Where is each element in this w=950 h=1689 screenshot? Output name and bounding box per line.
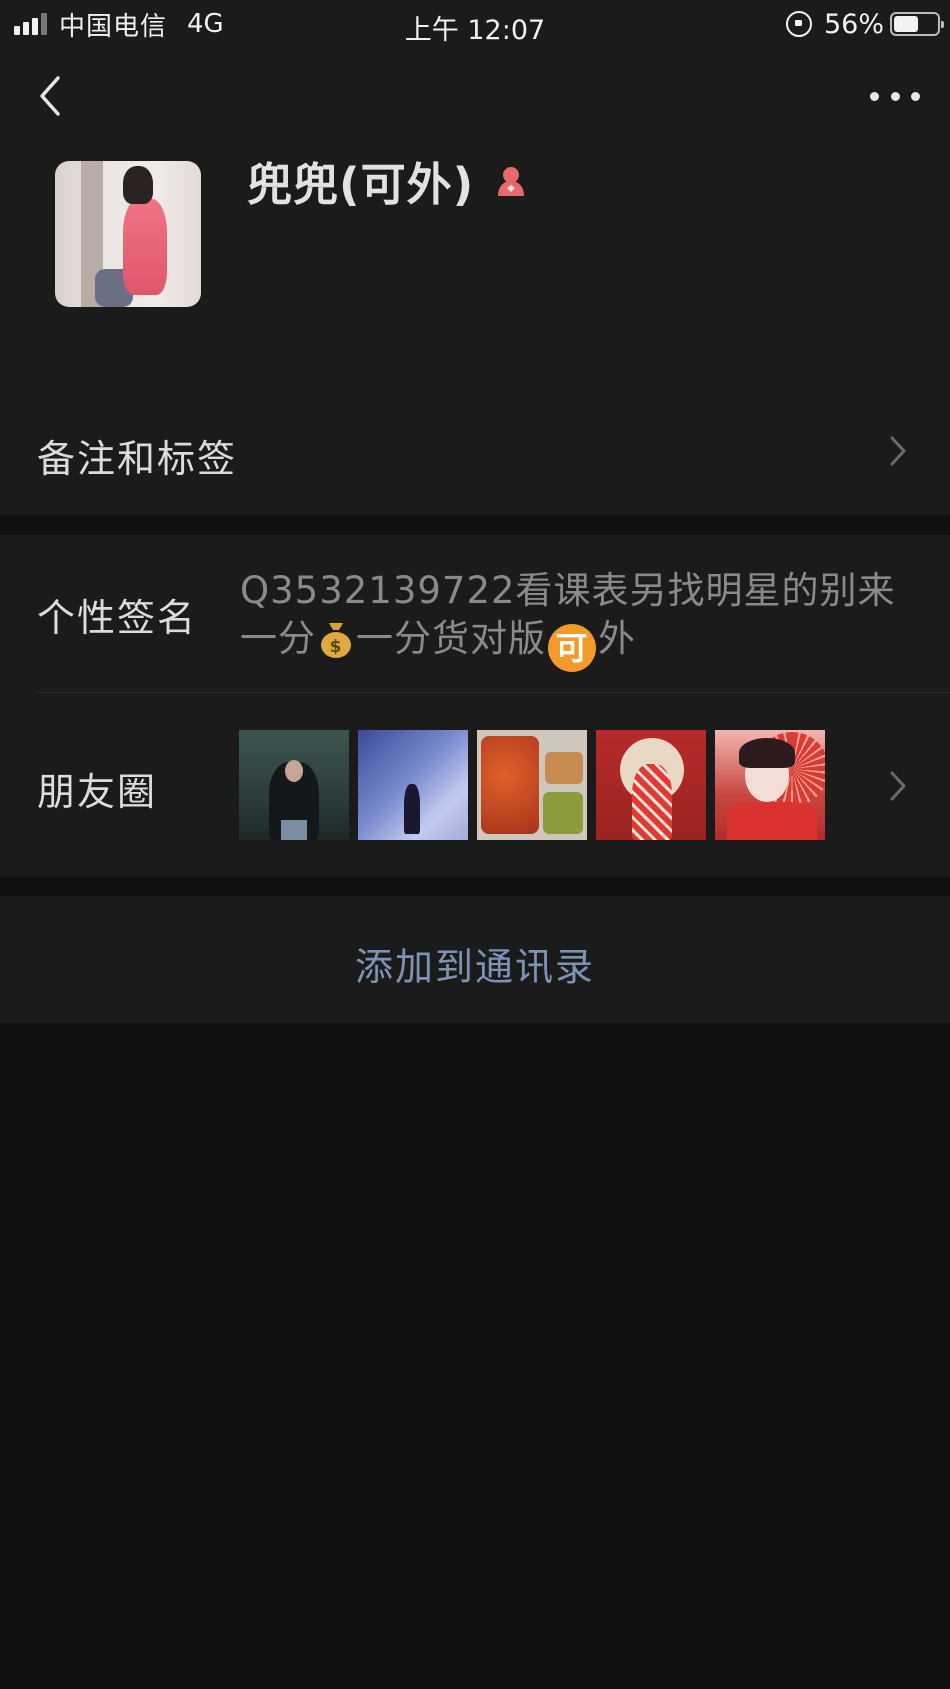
moment-thumbnail[interactable] bbox=[358, 730, 468, 840]
moments-thumbnails bbox=[239, 730, 825, 840]
battery-percent: 56% bbox=[823, 8, 884, 40]
money-bag-icon: $ bbox=[318, 619, 354, 659]
chevron-right-icon bbox=[890, 436, 906, 466]
moments-label: 朋友圈 bbox=[37, 770, 158, 814]
moment-thumbnail[interactable] bbox=[477, 730, 587, 840]
status-bar: 中国电信 4G 上午 12:07 56% bbox=[0, 0, 950, 48]
svg-text:$: $ bbox=[330, 637, 343, 657]
profile-name: 兜兜(可外) bbox=[247, 158, 475, 211]
more-dots-icon bbox=[870, 91, 879, 101]
profile-name-wrap: 兜兜(可外) bbox=[247, 148, 528, 213]
moment-thumbnail[interactable] bbox=[596, 730, 706, 840]
signature-label: 个性签名 bbox=[37, 596, 198, 640]
signature-text: Q3532139722看课表另找明星的别来一分 $ 一分货对版可外 bbox=[240, 567, 920, 672]
add-to-contacts-button[interactable]: 添加到通讯录 bbox=[0, 896, 950, 1023]
remark-tags-row[interactable]: 备注和标签 bbox=[0, 388, 950, 515]
rotation-lock-icon bbox=[785, 11, 812, 37]
signature-text-part3: 外 bbox=[598, 617, 636, 660]
more-button[interactable] bbox=[870, 88, 920, 104]
back-button[interactable] bbox=[34, 74, 74, 118]
add-to-contacts-label: 添加到通讯录 bbox=[354, 945, 595, 989]
moment-thumbnail[interactable] bbox=[715, 730, 825, 840]
signature-row: 个性签名 Q3532139722看课表另找明星的别来一分 $ 一分货对版可外 bbox=[0, 535, 950, 693]
moments-row[interactable]: 朋友圈 bbox=[0, 693, 950, 877]
status-right: 56% bbox=[785, 8, 944, 40]
battery-icon bbox=[890, 12, 944, 36]
avatar[interactable] bbox=[55, 161, 201, 307]
chevron-left-icon bbox=[40, 76, 60, 116]
remark-tags-label: 备注和标签 bbox=[37, 437, 238, 481]
signature-text-part2: 一分货对版 bbox=[356, 617, 546, 660]
moment-thumbnail[interactable] bbox=[239, 730, 349, 840]
ke-badge-icon: 可 bbox=[548, 624, 596, 672]
chevron-right-icon bbox=[890, 771, 906, 801]
female-icon bbox=[494, 164, 528, 198]
